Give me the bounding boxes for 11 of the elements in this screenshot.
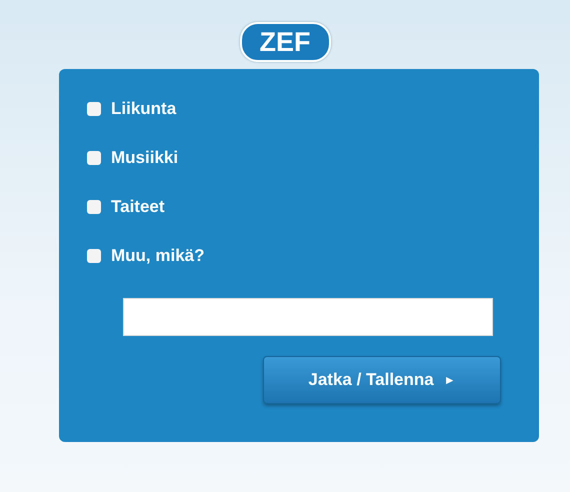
- option-label: Muu, mikä?: [111, 246, 205, 266]
- checkbox[interactable]: [87, 249, 101, 263]
- checkbox[interactable]: [87, 102, 101, 116]
- option-label: Musiikki: [111, 148, 178, 168]
- input-field[interactable]: [123, 298, 493, 336]
- logo: ZEF: [240, 22, 330, 62]
- checkbox[interactable]: [87, 200, 101, 214]
- checkbox[interactable]: [87, 151, 101, 165]
- continue-button[interactable]: Jatka / Tallenna ►: [263, 356, 501, 404]
- option-label: Taiteet: [111, 197, 165, 217]
- option-label: Liikunta: [111, 99, 176, 119]
